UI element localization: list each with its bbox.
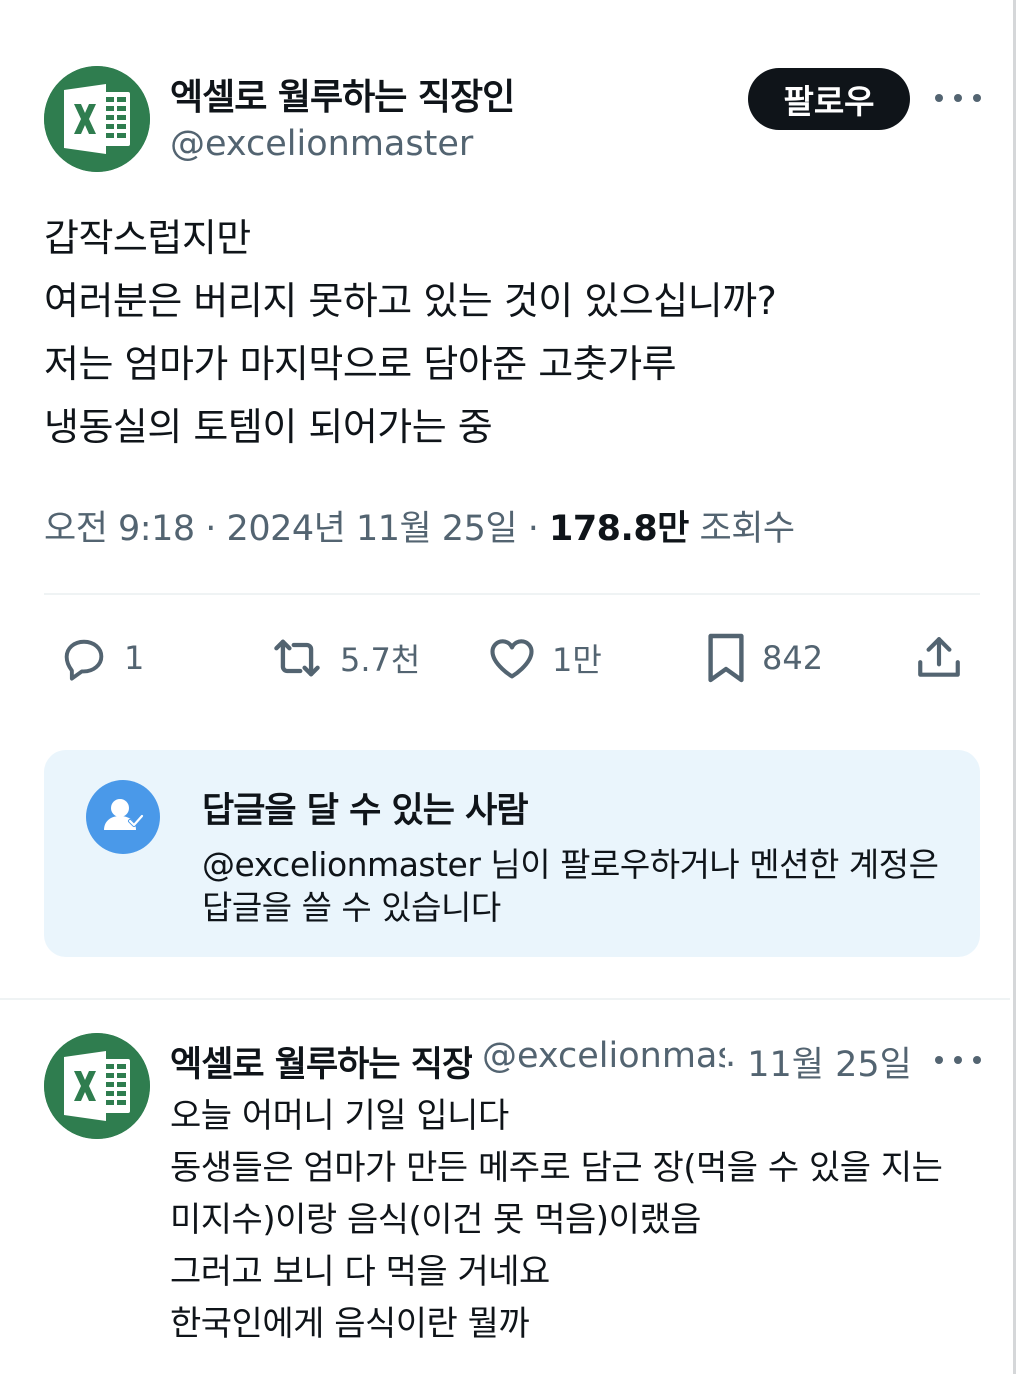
meta-separator: ·	[205, 509, 216, 549]
bookmark-count: 842	[762, 639, 824, 677]
heart-icon	[490, 639, 534, 679]
tweet-text-line: 냉동실의 토템이 되어가는 중	[44, 405, 493, 449]
tweet-date[interactable]: 2024년 11월 25일	[227, 509, 518, 549]
tweet-time[interactable]: 오전 9:18	[44, 509, 195, 549]
reply-text-line: 한국인에게 음식이란 뭘까	[170, 1304, 530, 1344]
retweet-button[interactable]: 5.7천	[268, 628, 420, 688]
excel-logo-icon[interactable]	[44, 66, 150, 172]
reply-header: 엑셀로 월루하는 직장인@excelionmaster· 11월 25일	[170, 1036, 920, 1084]
excel-logo-icon[interactable]	[44, 1033, 150, 1139]
share-button[interactable]	[914, 628, 964, 688]
tweet-meta: 오전 9:18 · 2024년 11월 25일 · 178.8만 조회수	[44, 500, 795, 551]
follow-button[interactable]: 팔로우	[748, 68, 910, 130]
bookmark-icon	[708, 633, 744, 683]
retweet-count: 5.7천	[340, 641, 421, 679]
user-check-icon	[86, 780, 160, 854]
like-button[interactable]: 1만	[486, 628, 602, 688]
more-options-icon[interactable]	[935, 1050, 981, 1070]
reply-text-line: 그러고 보니 다 먹을 거네요	[170, 1252, 550, 1292]
author-handle[interactable]: @excelionmaster	[170, 124, 473, 164]
tweet-text-line: 갑작스럽지만	[44, 216, 251, 260]
meta-separator: ·	[527, 509, 539, 549]
views-count: 178.8만	[548, 509, 689, 549]
reply-text-line: 동생들은 엄마가 만든 메주로 담근 장(먹을 수 있을 지는 미지수)이랑 음…	[170, 1148, 943, 1240]
reply-text: 오늘 어머니 기일 입니다 동생들은 엄마가 만든 메주로 담근 장(먹을 수 …	[170, 1090, 970, 1350]
like-count: 1만	[552, 641, 602, 679]
tweet-text: 갑작스럽지만 여러분은 버리지 못하고 있는 것이 있으십니까? 저는 엄마가 …	[44, 207, 984, 459]
reply-author-handle[interactable]: @excelionmaster	[482, 1036, 725, 1076]
author-name[interactable]: 엑셀로 월루하는 직장인	[170, 68, 515, 120]
divider	[44, 593, 980, 595]
bookmark-button[interactable]: 842	[704, 628, 823, 688]
reply-date[interactable]: · 11월 25일	[725, 1036, 912, 1084]
tweet-text-line: 여러분은 버리지 못하고 있는 것이 있으십니까?	[44, 279, 777, 323]
reply-text-line: 오늘 어머니 기일 입니다	[170, 1096, 509, 1136]
tweet-text-line: 저는 엄마가 마지막으로 담아준 고춧가루	[44, 342, 677, 386]
more-options-icon[interactable]	[935, 88, 981, 108]
views-label: 조회수	[699, 509, 796, 549]
reply-icon	[64, 639, 104, 681]
reply-restriction-title: 답글을 달 수 있는 사람	[202, 791, 529, 831]
scrollbar[interactable]	[1013, 0, 1016, 1374]
reply-count: 1	[124, 639, 145, 677]
reply-author-name[interactable]: 엑셀로 월루하는 직장인	[170, 1036, 472, 1084]
divider	[0, 998, 1010, 1000]
retweet-icon	[274, 639, 320, 677]
share-icon	[918, 637, 960, 677]
reply-button[interactable]: 1	[58, 628, 144, 688]
reply-restriction-notice: 답글을 달 수 있는 사람 @excelionmaster 님이 팔로우하거나 …	[44, 750, 980, 957]
reply-restriction-description: @excelionmaster 님이 팔로우하거나 멘션한 계정은 답글을 쓸 …	[202, 845, 939, 927]
